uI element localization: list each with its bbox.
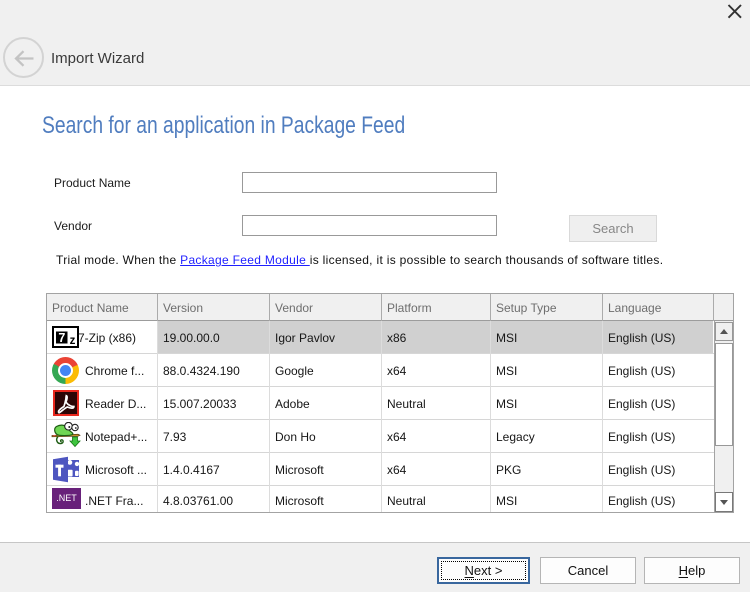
svg-text:7: 7: [58, 331, 65, 345]
svg-text:z: z: [70, 335, 76, 347]
